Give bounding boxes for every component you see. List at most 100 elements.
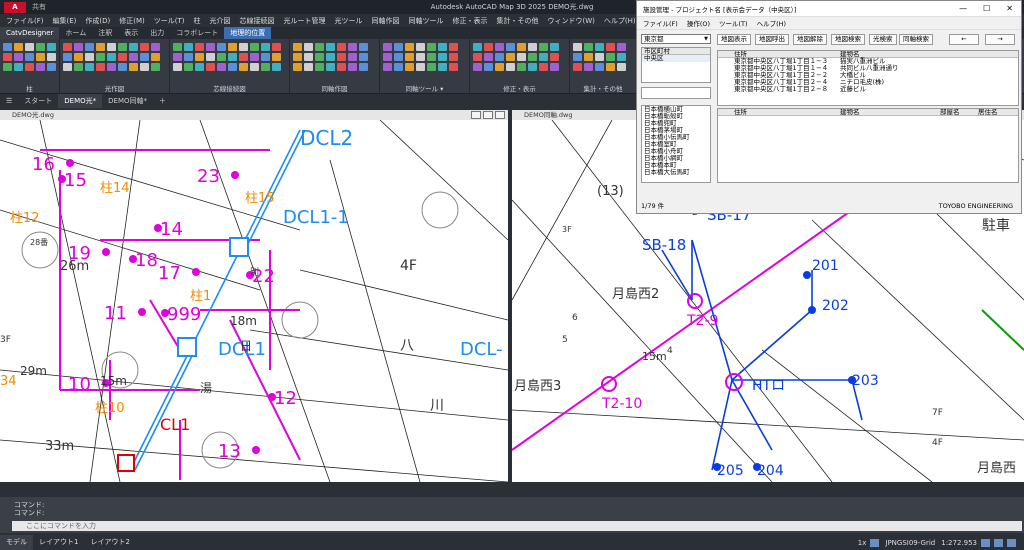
ribbon-tool-icon[interactable] <box>129 43 138 51</box>
ribbon-tool-icon[interactable] <box>184 53 193 61</box>
ribbon-tool-icon[interactable] <box>107 63 116 71</box>
menu-pole[interactable]: 柱 <box>194 16 201 26</box>
nav-back-button[interactable]: ← <box>949 34 979 45</box>
ribbon-tool-icon[interactable] <box>63 43 72 51</box>
ribbon-tool-icon[interactable] <box>25 53 34 61</box>
ribbon-tool-icon[interactable] <box>140 43 149 51</box>
tab-view[interactable]: 表示 <box>118 27 144 39</box>
nav-forward-button[interactable]: → <box>985 34 1015 45</box>
ribbon-tool-icon[interactable] <box>606 63 615 71</box>
ribbon-tool-icon[interactable] <box>272 63 281 71</box>
ribbon-tool-icon[interactable] <box>584 53 593 61</box>
map-scale[interactable]: 1:272.953 <box>941 539 977 547</box>
menu-coax-tools[interactable]: 同軸ツール <box>409 16 444 26</box>
ribbon-tool-icon[interactable] <box>326 43 335 51</box>
workspace-icon[interactable] <box>994 538 1003 547</box>
ribbon-tool-icon[interactable] <box>74 63 83 71</box>
grid-icon[interactable] <box>870 538 880 547</box>
ribbon-tool-icon[interactable] <box>449 63 458 71</box>
ribbon-tool-icon[interactable] <box>315 43 324 51</box>
ribbon-tool-icon[interactable] <box>517 63 526 71</box>
restore-icon[interactable] <box>483 111 493 119</box>
ribbon-tool-icon[interactable] <box>36 53 45 61</box>
ribbon-tool-icon[interactable] <box>250 53 259 61</box>
ribbon-tool-icon[interactable] <box>195 53 204 61</box>
ribbon-tool-icon[interactable] <box>304 63 313 71</box>
ribbon-tool-icon[interactable] <box>315 63 324 71</box>
doc-tab-start[interactable]: スタート <box>18 94 58 108</box>
ribbon-tool-icon[interactable] <box>293 43 302 51</box>
ribbon-tool-icon[interactable] <box>484 43 493 51</box>
menu-fiber-tools[interactable]: 光ツール <box>335 16 363 26</box>
ribbon-tool-icon[interactable] <box>449 53 458 61</box>
ribbon-tool-icon[interactable] <box>217 43 226 51</box>
ribbon-tool-icon[interactable] <box>3 53 12 61</box>
panel-icons[interactable] <box>293 43 376 71</box>
ribbon-tool-icon[interactable] <box>595 63 604 71</box>
ribbon-tool-icon[interactable] <box>85 43 94 51</box>
ribbon-tool-icon[interactable] <box>173 43 182 51</box>
ribbon-tool-icon[interactable] <box>140 63 149 71</box>
ribbon-tool-icon[interactable] <box>14 43 23 51</box>
ribbon-tool-icon[interactable] <box>383 63 392 71</box>
ribbon-tool-icon[interactable] <box>250 63 259 71</box>
settings-icon[interactable] <box>981 538 990 547</box>
doc-tab-demo-fiber[interactable]: DEMO光* <box>58 94 103 108</box>
menu-coax[interactable]: 同軸作図 <box>372 16 400 26</box>
ribbon-tool-icon[interactable] <box>47 63 56 71</box>
ribbon-tool-icon[interactable] <box>495 63 504 71</box>
ribbon-tool-icon[interactable] <box>337 43 346 51</box>
ribbon-tool-icon[interactable] <box>606 43 615 51</box>
ribbon-tool-icon[interactable] <box>195 63 204 71</box>
map-show-button[interactable]: 地図表示 <box>717 34 751 45</box>
town-filter-input[interactable] <box>641 87 711 99</box>
ribbon-tool-icon[interactable] <box>25 43 34 51</box>
ribbon-tool-icon[interactable] <box>261 43 270 51</box>
dialog-menu-operate[interactable]: 操作(O) <box>687 18 710 28</box>
ribbon-tool-icon[interactable] <box>151 43 160 51</box>
close-icon[interactable] <box>495 111 505 119</box>
ribbon-tool-icon[interactable] <box>584 43 593 51</box>
ribbon-tool-icon[interactable] <box>3 43 12 51</box>
maximize-icon[interactable]: ☐ <box>983 4 990 13</box>
menu-file[interactable]: ファイル(F) <box>6 16 44 26</box>
prefecture-select[interactable]: 東京都 <box>641 34 711 44</box>
list-item[interactable]: 中央区 <box>642 55 710 62</box>
ribbon-tool-icon[interactable] <box>3 63 12 71</box>
ribbon-tool-icon[interactable] <box>473 53 482 61</box>
ribbon-tool-icon[interactable] <box>484 53 493 61</box>
ribbon-tool-icon[interactable] <box>85 63 94 71</box>
menu-modify[interactable]: 修正(M) <box>119 16 145 26</box>
ribbon-tool-icon[interactable] <box>107 53 116 61</box>
ribbon-tool-icon[interactable] <box>173 53 182 61</box>
ribbon-tool-icon[interactable] <box>293 53 302 61</box>
menu-modify-view[interactable]: 修正・表示 <box>453 16 488 26</box>
ribbon-tool-icon[interactable] <box>206 53 215 61</box>
ribbon-tool-icon[interactable] <box>405 53 414 61</box>
ribbon-tool-icon[interactable] <box>206 63 215 71</box>
ribbon-tool-icon[interactable] <box>383 53 392 61</box>
fiber-search-button[interactable]: 光検索 <box>869 34 897 45</box>
tab-catvdesigner[interactable]: CatvDesigner <box>0 27 60 39</box>
ribbon-tool-icon[interactable] <box>118 43 127 51</box>
table-row[interactable]: 東京都中央区八丁堀1丁目２−８ 近藤ビル <box>718 86 1018 93</box>
panel-icons[interactable] <box>573 43 633 71</box>
ribbon-tool-icon[interactable] <box>74 53 83 61</box>
panel-icons[interactable] <box>173 43 286 71</box>
ribbon-tool-icon[interactable] <box>228 63 237 71</box>
ribbon-tool-icon[interactable] <box>416 43 425 51</box>
ribbon-tool-icon[interactable] <box>107 43 116 51</box>
ribbon-tool-icon[interactable] <box>304 43 313 51</box>
ribbon-tool-icon[interactable] <box>359 53 368 61</box>
ribbon-tool-icon[interactable] <box>550 63 559 71</box>
ribbon-tool-icon[interactable] <box>63 53 72 61</box>
command-input[interactable]: ここにコマンドを入力 <box>12 521 1022 531</box>
ribbon-tool-icon[interactable] <box>427 63 436 71</box>
tab-layout1[interactable]: レイアウト1 <box>33 535 84 550</box>
ribbon-tool-icon[interactable] <box>348 53 357 61</box>
close-icon[interactable]: ✕ <box>1006 4 1013 13</box>
ribbon-tool-icon[interactable] <box>228 43 237 51</box>
ribbon-tool-icon[interactable] <box>272 53 281 61</box>
ribbon-tool-icon[interactable] <box>584 63 593 71</box>
ribbon-tool-icon[interactable] <box>506 53 515 61</box>
